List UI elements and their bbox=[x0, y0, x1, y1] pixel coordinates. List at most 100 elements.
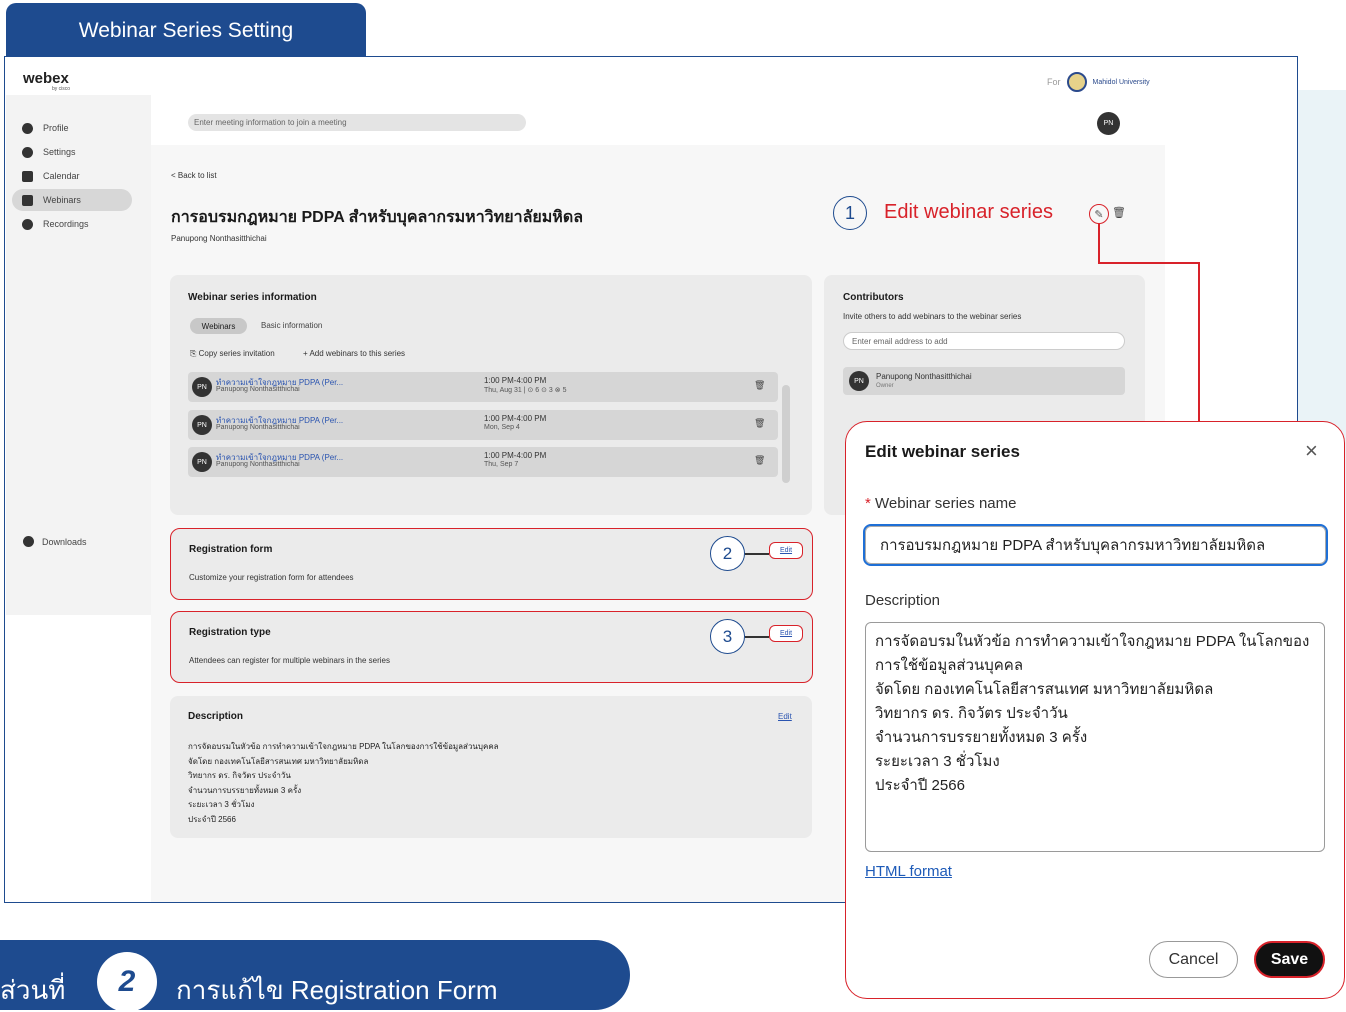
description-line: จำนวนการบรรยายทั้งหมด 3 ครั้ง bbox=[188, 785, 302, 795]
contributor-email-input[interactable]: Enter email address to add bbox=[843, 332, 1125, 350]
webinar-icon bbox=[22, 194, 33, 206]
brand-subtitle: by cisco bbox=[52, 86, 71, 92]
pencil-icon[interactable]: ✎ bbox=[1089, 204, 1109, 224]
save-button[interactable]: Save bbox=[1254, 941, 1325, 978]
series-info-title: Webinar series information bbox=[188, 292, 317, 303]
description-line: ระยะเวลา 3 ชั่วโมง bbox=[188, 800, 255, 809]
org-prefix: For bbox=[1047, 77, 1061, 87]
textarea-line: วิทยากร ดร. กิจวัตร ประจำวัน bbox=[875, 705, 1068, 722]
back-to-list-link[interactable]: < Back to list bbox=[171, 171, 217, 180]
webinar-row[interactable]: PN ทำความเข้าใจกฎหมาย PDPA (Per... Panup… bbox=[188, 410, 778, 440]
registration-form-edit-link[interactable]: Edit bbox=[769, 542, 803, 559]
university-logo-icon bbox=[1066, 72, 1087, 92]
tab-webinars[interactable]: Webinars bbox=[190, 318, 247, 334]
textarea-line: ระยะเวลา 3 ชั่วโมง bbox=[875, 753, 1000, 770]
description-body: การจัดอบรมในหัวข้อ การทำความเข้าใจกฎหมาย… bbox=[188, 740, 499, 827]
series-name-label: * Webinar series name bbox=[865, 495, 1016, 512]
sidebar-item-settings[interactable]: Settings bbox=[12, 141, 132, 163]
tab-basic-information[interactable]: Basic information bbox=[261, 321, 322, 330]
description-line: จัดโดย กองเทคโนโลยีสารสนเทศ มหาวิทยาลัยม… bbox=[188, 756, 369, 766]
registration-form-subtitle: Customize your registration form for att… bbox=[189, 573, 354, 582]
connector-line bbox=[1098, 262, 1200, 264]
description-line: วิทยากร ดร. กิจวัตร ประจำวัน bbox=[188, 771, 291, 780]
avatar: PN bbox=[192, 377, 212, 397]
trash-icon[interactable]: 🗑 bbox=[754, 418, 765, 429]
close-icon[interactable]: × bbox=[1305, 438, 1318, 464]
organization-label: For Mahidol University bbox=[1047, 72, 1150, 92]
connector-line bbox=[1198, 262, 1200, 430]
description-title: Description bbox=[188, 711, 244, 722]
page-title: การอบรมกฎหมาย PDPA สำหรับบุคลากรมหาวิทยา… bbox=[171, 209, 584, 226]
description-line: การจัดอบรมในหัวข้อ การทำความเข้าใจกฎหมาย… bbox=[188, 742, 499, 751]
profile-icon bbox=[22, 122, 33, 134]
section-title: การแก้ไข Registration Form bbox=[176, 975, 498, 1005]
webinar-time: 1:00 PM-4:00 PM bbox=[484, 414, 547, 423]
calendar-icon bbox=[22, 170, 33, 182]
contributors-title: Contributors bbox=[843, 292, 904, 303]
cancel-button[interactable]: Cancel bbox=[1149, 941, 1238, 978]
downloads-label: Downloads bbox=[42, 536, 87, 547]
webex-logo: webex bbox=[23, 70, 69, 87]
webinar-owner: Panupong Nonthasitthichai bbox=[216, 386, 300, 393]
trash-icon[interactable]: 🗑 bbox=[754, 380, 765, 391]
sidebar-item-label: Profile bbox=[43, 123, 69, 133]
webinar-time: 1:00 PM-4:00 PM bbox=[484, 451, 547, 460]
trash-icon[interactable]: 🗑 bbox=[1112, 206, 1126, 219]
contributor-role: Owner bbox=[876, 383, 894, 389]
sidebar-item-label: Calendar bbox=[43, 171, 80, 181]
avatar: PN bbox=[849, 371, 869, 391]
webinar-time: 1:00 PM-4:00 PM bbox=[484, 376, 547, 385]
section-prefix: ส่วนที่ bbox=[0, 975, 66, 1005]
scrollbar-thumb[interactable] bbox=[782, 385, 790, 483]
avatar: PN bbox=[192, 452, 212, 472]
registration-type-subtitle: Attendees can register for multiple webi… bbox=[189, 656, 390, 665]
textarea-line: ประจำปี 2566 bbox=[875, 777, 965, 794]
webinar-date: Thu, Sep 7 bbox=[484, 461, 519, 468]
header-tab: Webinar Series Setting bbox=[6, 3, 366, 58]
registration-type-edit-link[interactable]: Edit bbox=[769, 625, 803, 642]
sidebar-item-profile[interactable]: Profile bbox=[12, 117, 132, 139]
avatar[interactable]: PN bbox=[1097, 112, 1120, 135]
org-name: Mahidol University bbox=[1092, 78, 1150, 86]
copy-invitation-label: Copy series invitation bbox=[198, 349, 275, 358]
callout-number-2: 2 bbox=[710, 536, 745, 571]
sidebar-item-label: Webinars bbox=[43, 195, 81, 205]
callout-edit-series-label: Edit webinar series bbox=[884, 201, 1053, 223]
webinar-row[interactable]: PN ทำความเข้าใจกฎหมาย PDPA (Per... Panup… bbox=[188, 372, 778, 402]
contributors-subtitle: Invite others to add webinars to the web… bbox=[843, 312, 1022, 321]
trash-icon[interactable]: 🗑 bbox=[754, 455, 765, 466]
sidebar-item-downloads[interactable]: Downloads bbox=[23, 536, 87, 547]
webinar-owner: Panupong Nonthasitthichai bbox=[216, 461, 300, 468]
description-label: Description bbox=[865, 592, 941, 609]
webinar-date: Mon, Sep 4 bbox=[484, 424, 520, 431]
add-webinars-button[interactable]: + Add webinars to this series bbox=[303, 349, 405, 358]
series-name-input[interactable]: การอบรมกฎหมาย PDPA สำหรับบุคลากรมหาวิทยา… bbox=[863, 524, 1328, 566]
webinar-row[interactable]: PN ทำความเข้าใจกฎหมาย PDPA (Per... Panup… bbox=[188, 447, 778, 477]
contributor-name: Panupong Nonthasitthichai bbox=[876, 372, 972, 381]
sidebar-item-recordings[interactable]: Recordings bbox=[12, 213, 132, 235]
description-edit-link[interactable]: Edit bbox=[778, 712, 792, 721]
copy-icon: ⎘ bbox=[190, 349, 199, 358]
webinar-date: Thu, Aug 31 | ⊙ 6 ⊙ 3 ⊗ 5 bbox=[484, 387, 567, 394]
textarea-line: จัดโดย กองเทคโนโลยีสารสนเทศ มหาวิทยาลัยม… bbox=[875, 681, 1214, 698]
required-marker: * bbox=[865, 495, 871, 512]
meeting-search-input[interactable]: Enter meeting information to join a meet… bbox=[188, 114, 526, 131]
series-owner: Panupong Nonthasitthichai bbox=[171, 234, 267, 243]
description-textarea[interactable]: การจัดอบรมในหัวข้อ การทำความเข้าใจกฎหมาย… bbox=[865, 622, 1325, 852]
series-name-label-text: Webinar series name bbox=[875, 495, 1017, 512]
download-icon bbox=[23, 536, 34, 547]
textarea-line: จำนวนการบรรยายทั้งหมด 3 ครั้ง bbox=[875, 729, 1088, 746]
webinar-owner: Panupong Nonthasitthichai bbox=[216, 424, 300, 431]
sidebar-item-calendar[interactable]: Calendar bbox=[12, 165, 132, 187]
sidebar-item-webinars[interactable]: Webinars bbox=[12, 189, 132, 211]
sidebar-item-label: Settings bbox=[43, 147, 76, 157]
textarea-line: การจัดอบรมในหัวข้อ การทำความเข้าใจกฎหมาย… bbox=[875, 633, 1310, 650]
gear-icon bbox=[22, 146, 33, 158]
connector-line bbox=[1098, 224, 1100, 264]
description-line: ประจำปี 2566 bbox=[188, 814, 236, 824]
html-format-link[interactable]: HTML format bbox=[865, 863, 952, 880]
sidebar-item-label: Recordings bbox=[43, 219, 89, 229]
copy-invitation-button[interactable]: ⎘ Copy series invitation bbox=[190, 349, 275, 359]
dialog-title: Edit webinar series bbox=[865, 442, 1020, 461]
callout-number-3: 3 bbox=[710, 619, 745, 654]
